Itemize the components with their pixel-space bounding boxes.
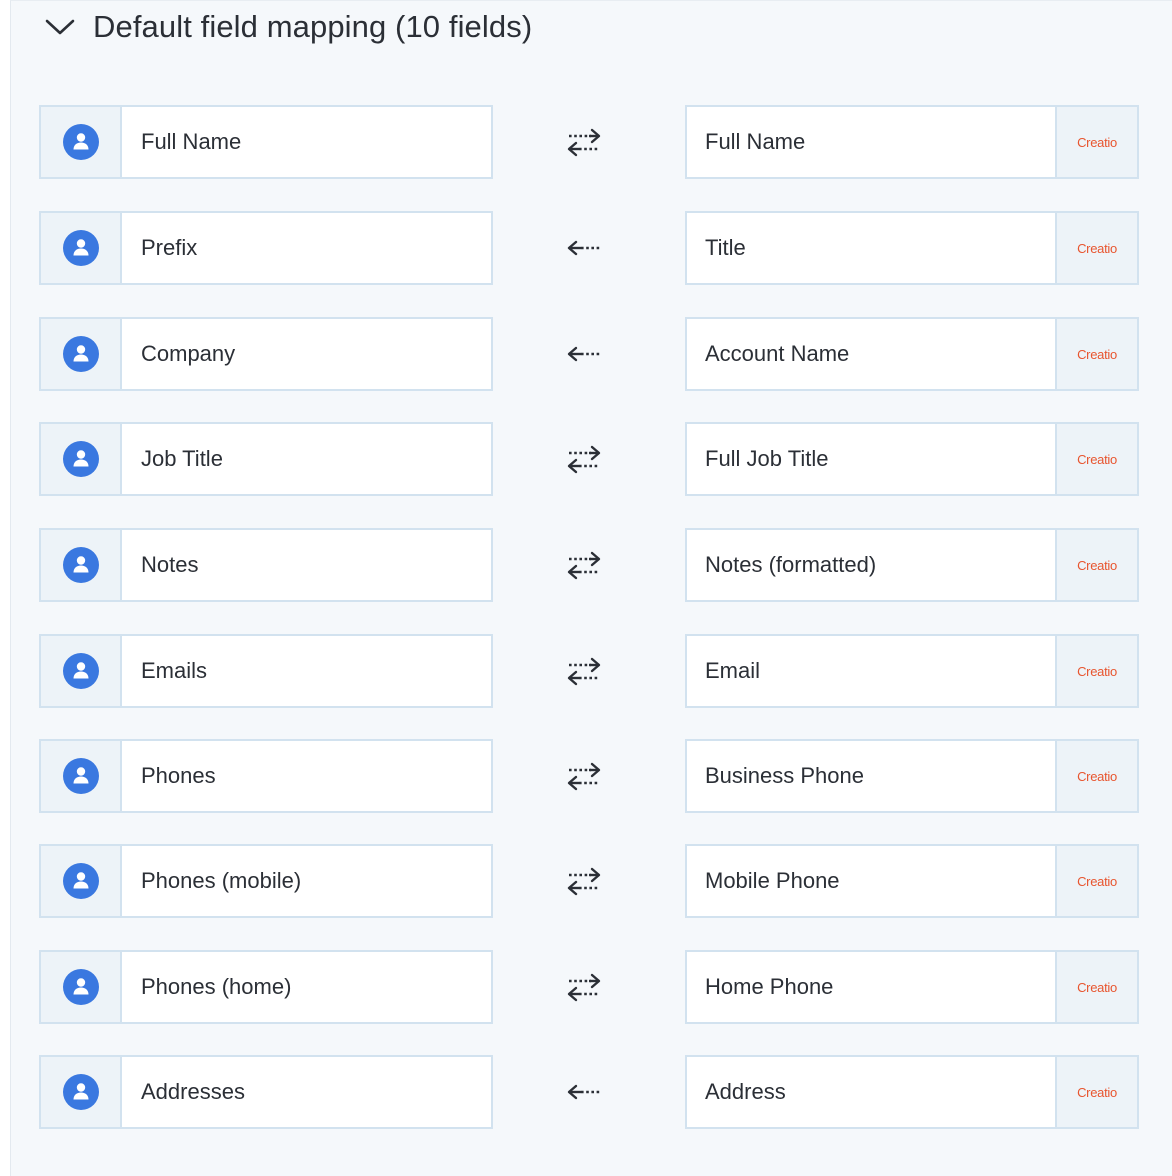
target-field-label: Full Name: [705, 129, 806, 154]
field-mapping-panel: Default field mapping (10 fields) Full N…: [10, 0, 1172, 1176]
target-field-label: Address: [705, 1079, 786, 1104]
target-field-label: Business Phone: [705, 763, 864, 788]
source-field-label: Prefix: [141, 235, 198, 260]
creatio-logo: Creatio: [1055, 213, 1137, 283]
mapping-row: Addresses Address Creatio: [39, 1055, 1139, 1129]
person-icon: [41, 636, 122, 706]
target-field[interactable]: Business Phone Creatio: [685, 739, 1139, 813]
creatio-logo-text: Creatio: [1077, 1084, 1117, 1100]
creatio-logo-text: Creatio: [1077, 873, 1117, 889]
creatio-logo-text: Creatio: [1077, 346, 1117, 362]
target-field[interactable]: Email Creatio: [685, 634, 1139, 708]
person-icon: [41, 107, 122, 177]
creatio-logo-text: Creatio: [1077, 768, 1117, 784]
creatio-logo: Creatio: [1055, 107, 1137, 177]
source-field[interactable]: Job Title: [39, 422, 493, 496]
creatio-logo-text: Creatio: [1077, 451, 1117, 467]
person-icon: [41, 952, 122, 1022]
target-field-label: Title: [705, 235, 746, 260]
source-field-label: Addresses: [141, 1079, 245, 1104]
source-field[interactable]: Notes: [39, 528, 493, 602]
target-field[interactable]: Full Name Creatio: [685, 105, 1139, 179]
target-field-label: Notes (formatted): [705, 552, 877, 577]
source-field[interactable]: Emails: [39, 634, 493, 708]
creatio-logo: Creatio: [1055, 636, 1137, 706]
person-icon: [41, 213, 122, 283]
mapping-row: Phones (home) Home Phone Creatio: [39, 950, 1139, 1024]
bidirectional-sync-icon[interactable]: [563, 967, 605, 1007]
source-field[interactable]: Phones (mobile): [39, 844, 493, 918]
bidirectional-sync-icon[interactable]: [563, 651, 605, 691]
mapping-row: Full Name Full Name Creatio: [39, 105, 1139, 179]
bidirectional-sync-icon[interactable]: [563, 861, 605, 901]
source-field[interactable]: Prefix: [39, 211, 493, 285]
creatio-logo-text: Creatio: [1077, 240, 1117, 256]
source-field[interactable]: Phones: [39, 739, 493, 813]
source-field-label: Notes: [141, 552, 199, 577]
mapping-row: Company Account Name Creatio: [39, 317, 1139, 391]
creatio-logo: Creatio: [1055, 319, 1137, 389]
target-field-label: Full Job Title: [705, 446, 829, 471]
source-field-label: Emails: [141, 658, 208, 683]
mapping-row: Phones (mobile) Mobile Phone Creatio: [39, 844, 1139, 918]
target-field[interactable]: Title Creatio: [685, 211, 1139, 285]
target-field[interactable]: Mobile Phone Creatio: [685, 844, 1139, 918]
bidirectional-sync-icon[interactable]: [563, 545, 605, 585]
creatio-logo: Creatio: [1055, 530, 1137, 600]
target-field-label: Home Phone: [705, 974, 834, 999]
person-icon: [41, 1057, 122, 1127]
mapping-row: Prefix Title Creatio: [39, 211, 1139, 285]
creatio-logo-text: Creatio: [1077, 663, 1117, 679]
target-field[interactable]: Full Job Title Creatio: [685, 422, 1139, 496]
target-field-label: Mobile Phone: [705, 868, 840, 893]
person-icon: [41, 424, 122, 494]
mapping-list: Full Name Full Name Creatio Prefix Title Crea…: [11, 1, 1172, 1176]
creatio-logo-text: Creatio: [1077, 979, 1117, 995]
mapping-row: Emails Email Creatio: [39, 634, 1139, 708]
source-field[interactable]: Phones (home): [39, 950, 493, 1024]
sync-to-source-icon[interactable]: [563, 228, 605, 268]
creatio-logo: Creatio: [1055, 846, 1137, 916]
person-icon: [41, 319, 122, 389]
sync-to-source-icon[interactable]: [563, 1072, 605, 1112]
creatio-logo: Creatio: [1055, 424, 1137, 494]
creatio-logo-text: Creatio: [1077, 557, 1117, 573]
mapping-row: Phones Business Phone Creatio: [39, 739, 1139, 813]
target-field-label: Account Name: [705, 341, 850, 366]
creatio-logo-text: Creatio: [1077, 134, 1117, 150]
source-field[interactable]: Company: [39, 317, 493, 391]
person-icon: [41, 530, 122, 600]
sync-to-source-icon[interactable]: [563, 334, 605, 374]
creatio-logo: Creatio: [1055, 741, 1137, 811]
target-field-label: Email: [705, 658, 761, 683]
source-field-label: Job Title: [141, 446, 223, 471]
bidirectional-sync-icon[interactable]: [563, 122, 605, 162]
source-field-label: Phones (mobile): [141, 868, 302, 893]
target-field[interactable]: Notes (formatted) Creatio: [685, 528, 1139, 602]
mapping-row: Notes Notes (formatted) Creatio: [39, 528, 1139, 602]
source-field-label: Company: [141, 341, 236, 366]
mapping-row: Job Title Full Job Title Creatio: [39, 422, 1139, 496]
source-field-label: Phones: [141, 763, 216, 788]
bidirectional-sync-icon[interactable]: [563, 439, 605, 479]
bidirectional-sync-icon[interactable]: [563, 756, 605, 796]
source-field-label: Full Name: [141, 129, 242, 154]
source-field-label: Phones (home): [141, 974, 292, 999]
source-field[interactable]: Full Name: [39, 105, 493, 179]
creatio-logo: Creatio: [1055, 952, 1137, 1022]
target-field[interactable]: Account Name Creatio: [685, 317, 1139, 391]
source-field[interactable]: Addresses: [39, 1055, 493, 1129]
creatio-logo: Creatio: [1055, 1057, 1137, 1127]
target-field[interactable]: Address Creatio: [685, 1055, 1139, 1129]
target-field[interactable]: Home Phone Creatio: [685, 950, 1139, 1024]
person-icon: [41, 846, 122, 916]
person-icon: [41, 741, 122, 811]
